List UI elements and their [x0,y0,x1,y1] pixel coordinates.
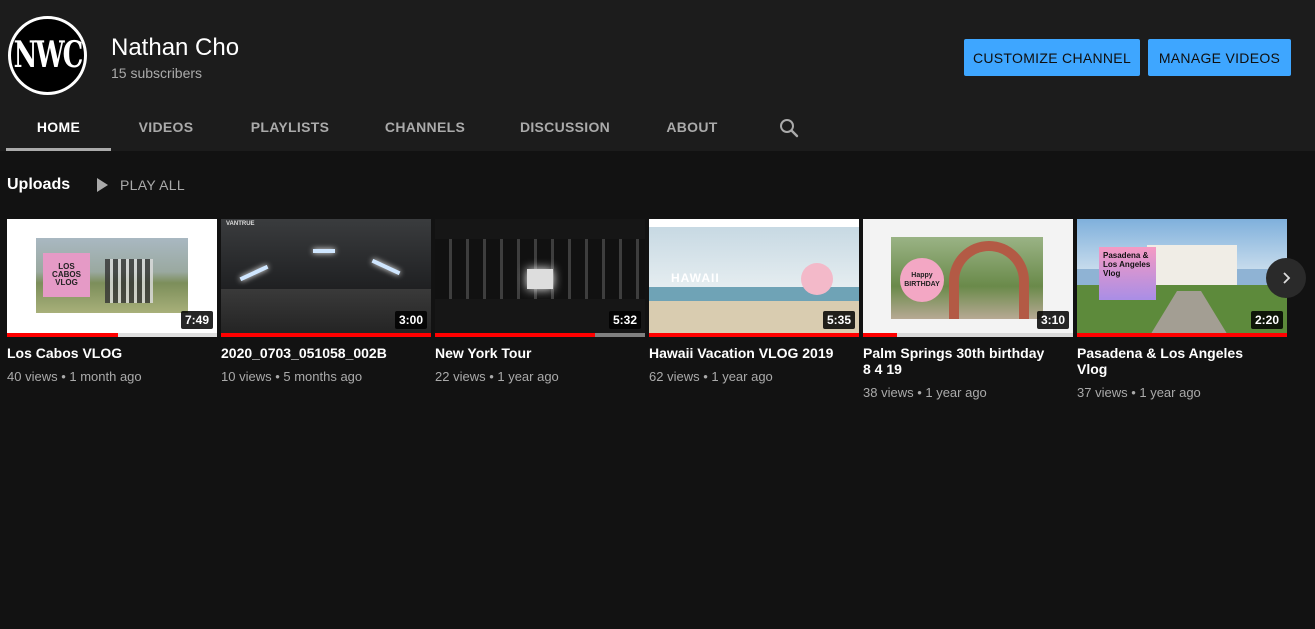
thumbnail-light [313,249,335,253]
watch-progress-fill [1077,333,1287,337]
video-title[interactable]: New York Tour [435,345,625,361]
tab-channels[interactable]: CHANNELS [375,103,475,151]
thumbnail-title-card: Pasadena & Los Angeles Vlog [1099,247,1156,300]
tab-videos[interactable]: VIDEOS [118,103,214,151]
watch-progress-bar [221,333,431,337]
watch-progress-bar [863,333,1073,337]
video-card[interactable]: Pasadena & Los Angeles Vlog 2:20 Pasaden… [1077,219,1287,400]
tab-discussion[interactable]: DISCUSSION [515,103,615,151]
thumbnail-arch [949,241,1029,319]
watch-progress-bar [435,333,645,337]
chevron-right-icon [1283,272,1291,284]
tab-home[interactable]: HOME [6,103,111,151]
video-duration: 7:49 [180,311,213,329]
channel-name: Nathan Cho [111,34,240,61]
video-title[interactable]: Hawaii Vacation VLOG 2019 [649,345,839,361]
thumbnail-caption: HAWAII [671,271,720,285]
thumbnail-ceiling [221,219,431,289]
video-card[interactable]: Happy BIRTHDAY 3:10 Palm Springs 30th bi… [863,219,1073,400]
play-all-label: PLAY ALL [120,177,185,193]
thumbnail-title-card: LOS CABOS VLOG [43,253,90,297]
video-metadata: 62 views • 1 year ago [649,369,773,384]
tab-about[interactable]: ABOUT [655,103,729,151]
channel-header: NWC Nathan Cho 15 subscribers CUSTOMIZE … [0,0,1315,151]
thumbnail-people [105,259,153,303]
avatar-logo-text: NWC [13,34,84,77]
channel-search-icon[interactable] [775,115,805,141]
tab-playlists[interactable]: PLAYLISTS [240,103,340,151]
channel-avatar[interactable]: NWC [8,16,87,95]
video-title[interactable]: Los Cabos VLOG [7,345,197,361]
watch-progress-bar [7,333,217,337]
watch-progress-fill [435,333,595,337]
subscriber-count: 15 subscribers [111,65,203,81]
video-thumbnail[interactable]: Pasadena & Los Angeles Vlog 2:20 [1077,219,1287,337]
video-metadata: 37 views • 1 year ago [1077,385,1201,400]
shelf-next-button[interactable] [1266,258,1306,298]
video-duration: 2:20 [1250,311,1283,329]
watch-progress-bar [649,333,859,337]
play-all-button[interactable]: PLAY ALL [94,175,185,195]
video-card[interactable]: HAWAII 5:35 Hawaii Vacation VLOG 2019 62… [649,219,859,384]
thumbnail-watermark: VANTRUE [226,221,255,227]
video-duration: 5:35 [822,311,855,329]
video-thumbnail[interactable]: 5:32 [435,219,645,337]
video-card[interactable]: 5:32 New York Tour 22 views • 1 year ago [435,219,645,384]
video-title[interactable]: Palm Springs 30th birthday 8 4 19 [863,345,1053,377]
manage-videos-button[interactable]: MANAGE VIDEOS [1148,39,1291,76]
play-icon [97,178,108,192]
video-duration: 3:00 [394,311,427,329]
video-metadata: 10 views • 5 months ago [221,369,363,384]
video-thumbnail[interactable]: Happy BIRTHDAY 3:10 [863,219,1073,337]
video-duration: 5:32 [608,311,641,329]
watch-progress-fill [863,333,897,337]
video-thumbnail[interactable]: VANTRUE 3:00 [221,219,431,337]
customize-channel-button[interactable]: CUSTOMIZE CHANNEL [964,39,1140,76]
watch-progress-fill [221,333,431,337]
video-card[interactable]: VANTRUE 3:00 2020_0703_051058_002B 10 vi… [221,219,431,384]
video-metadata: 38 views • 1 year ago [863,385,987,400]
thumbnail-flower [801,263,833,295]
video-thumbnail[interactable]: HAWAII 5:35 [649,219,859,337]
video-title[interactable]: Pasadena & Los Angeles Vlog [1077,345,1267,377]
watch-progress-bar [1077,333,1287,337]
watch-progress-fill [7,333,119,337]
thumbnail-birthday-badge: Happy BIRTHDAY [900,258,944,302]
thumbnail-subway-light [527,269,553,289]
video-metadata: 22 views • 1 year ago [435,369,559,384]
video-metadata: 40 views • 1 month ago [7,369,142,384]
video-thumbnail[interactable]: LOS CABOS VLOG 7:49 [7,219,217,337]
video-title[interactable]: 2020_0703_051058_002B [221,345,411,361]
video-card[interactable]: LOS CABOS VLOG 7:49 Los Cabos VLOG 40 vi… [7,219,217,384]
uploads-shelf-title[interactable]: Uploads [7,176,70,194]
video-duration: 3:10 [1036,311,1069,329]
watch-progress-fill [649,333,859,337]
